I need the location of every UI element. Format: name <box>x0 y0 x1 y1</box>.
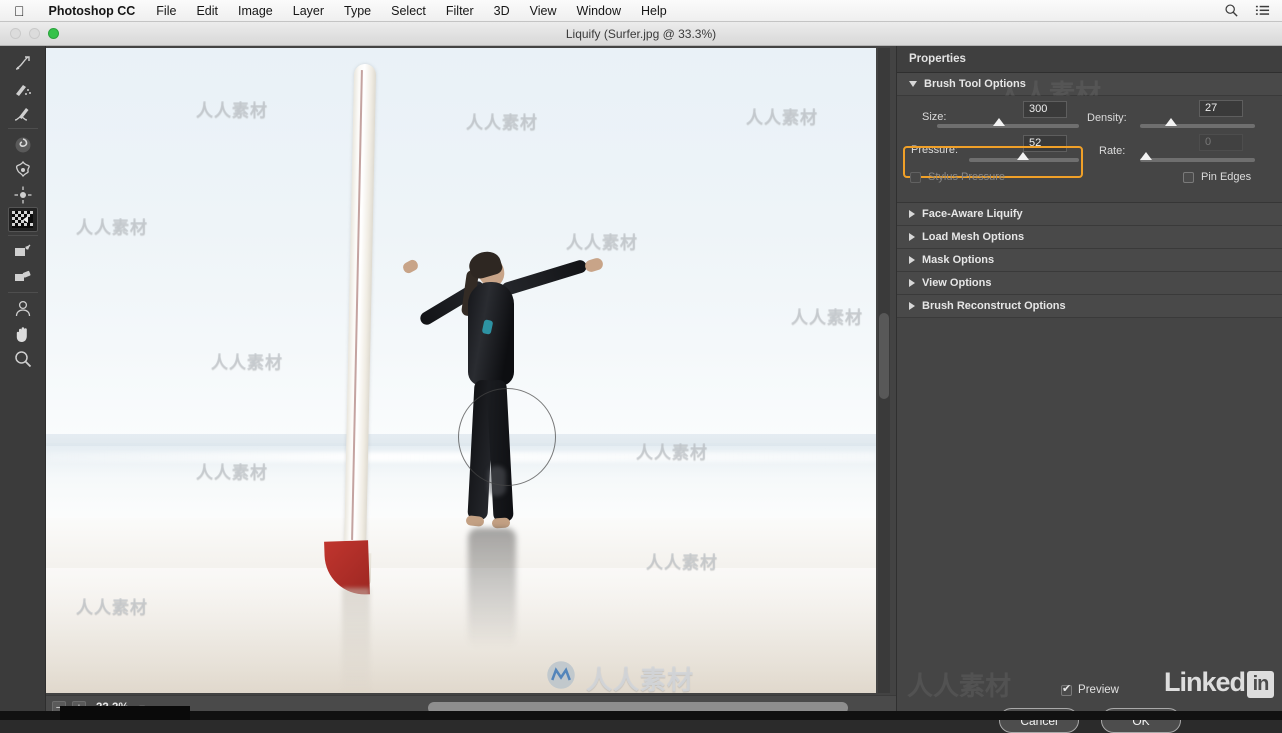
twirl-clockwise-tool[interactable] <box>8 132 38 157</box>
screen-bottom-strip-dark <box>60 706 190 720</box>
screen-bottom-strip <box>0 711 1282 720</box>
vertical-scroll-thumb[interactable] <box>879 313 889 399</box>
rate-label: Rate: <box>1099 145 1126 157</box>
list-view-icon[interactable] <box>1255 3 1270 18</box>
size-slider-track[interactable] <box>937 124 1079 128</box>
toolbar-divider <box>7 235 38 236</box>
size-label: Size: <box>922 111 947 123</box>
section-view-options[interactable]: View Options <box>897 272 1282 295</box>
face-tool[interactable] <box>8 296 38 321</box>
hand-tool[interactable] <box>8 321 38 346</box>
linkedin-watermark: Linked in <box>1164 667 1274 698</box>
search-icon[interactable] <box>1224 3 1239 18</box>
section-label: Mask Options <box>922 254 995 266</box>
preview-label: Preview <box>1078 684 1119 696</box>
reconstruct-tool[interactable] <box>8 75 38 100</box>
surfer-right-foot <box>491 517 511 529</box>
freeze-mask-tool[interactable] <box>8 239 38 264</box>
section-label: Load Mesh Options <box>922 231 1025 243</box>
rate-slider-track <box>1140 158 1255 162</box>
size-input[interactable]: 300 <box>1023 101 1067 118</box>
liquify-toolbar <box>0 46 46 720</box>
pressure-label: Pressure: <box>911 144 959 156</box>
push-left-tool[interactable] <box>7 207 38 232</box>
canvas-area: 人人素材 人人素材 人人素材 人人素材 人人素材 人人素材 人人素材 人人素材 … <box>46 46 896 720</box>
surfer-left-foot <box>465 515 485 527</box>
surfboard-reflection <box>342 588 370 693</box>
chevron-down-icon <box>909 81 917 87</box>
menu-image[interactable]: Image <box>228 4 283 18</box>
menu-file[interactable]: File <box>146 4 186 18</box>
density-label: Density: <box>1087 112 1127 124</box>
window-title: Liquify (Surfer.jpg @ 33.3%) <box>565 26 717 41</box>
pin-edges-label: Pin Edges <box>1201 171 1252 183</box>
section-load-mesh-options[interactable]: Load Mesh Options <box>897 226 1282 249</box>
forward-warp-tool[interactable] <box>8 50 38 75</box>
liquify-dialog: 人人素材 人人素材 人人素材 人人素材 人人素材 人人素材 人人素材 人人素材 … <box>0 46 1282 733</box>
menu-layer[interactable]: Layer <box>283 4 334 18</box>
zoom-tool[interactable] <box>8 346 38 371</box>
surfer-right-hand <box>583 256 605 274</box>
chevron-right-icon <box>909 210 915 218</box>
stylus-pressure-checkbox <box>910 172 921 183</box>
brush-tool-options-body: Size: 300 Density: 27 Pressure: 52 Rate:… <box>897 96 1282 203</box>
section-label: Face-Aware Liquify <box>922 208 1023 220</box>
section-label: View Options <box>922 277 992 289</box>
surfer-torso <box>468 282 514 386</box>
menu-filter[interactable]: Filter <box>436 4 484 18</box>
pucker-tool[interactable] <box>8 157 38 182</box>
window-titlebar: Liquify (Surfer.jpg @ 33.3%) <box>0 22 1282 46</box>
menubar-status-icons <box>1224 3 1282 18</box>
section-brush-reconstruct-options[interactable]: Brush Reconstruct Options <box>897 295 1282 318</box>
menubar-app-name[interactable]: Photoshop CC <box>38 4 147 18</box>
liquify-preview-canvas[interactable]: 人人素材 人人素材 人人素材 人人素材 人人素材 人人素材 人人素材 人人素材 … <box>46 48 876 693</box>
density-slider-thumb[interactable] <box>1165 118 1177 126</box>
density-input[interactable]: 27 <box>1199 100 1243 117</box>
menu-window[interactable]: Window <box>567 4 631 18</box>
smooth-tool[interactable] <box>8 100 38 125</box>
macos-menubar:  Photoshop CC File Edit Image Layer Typ… <box>0 0 1282 22</box>
size-slider-thumb[interactable] <box>993 118 1005 126</box>
rate-slider-thumb <box>1140 152 1152 160</box>
section-label: Brush Reconstruct Options <box>922 300 1066 312</box>
chevron-right-icon <box>909 233 915 241</box>
chevron-right-icon <box>909 302 915 310</box>
menu-select[interactable]: Select <box>381 4 436 18</box>
rate-input: 0 <box>1199 134 1243 151</box>
chevron-right-icon <box>909 256 915 264</box>
density-slider-track[interactable] <box>1140 124 1255 128</box>
bloat-tool[interactable] <box>8 182 38 207</box>
brush-cursor-circle <box>458 388 556 486</box>
section-mask-options[interactable]: Mask Options <box>897 249 1282 272</box>
surfer-reflection <box>468 528 516 648</box>
properties-panel: 人人素材 人人素材 Properties Brush Tool Options … <box>896 46 1282 733</box>
menu-help[interactable]: Help <box>631 4 677 18</box>
pressure-slider-thumb[interactable] <box>1017 152 1029 160</box>
linkedin-badge: in <box>1247 671 1274 698</box>
menu-view[interactable]: View <box>520 4 567 18</box>
surfer-right-arm <box>500 258 589 297</box>
toolbar-divider <box>7 292 38 293</box>
pin-edges-checkbox[interactable] <box>1183 172 1194 183</box>
canvas-vertical-scrollbar[interactable] <box>878 48 890 693</box>
menu-type[interactable]: Type <box>334 4 381 18</box>
linkedin-text: Linked <box>1163 667 1246 697</box>
chevron-right-icon <box>909 279 915 287</box>
preview-checkbox[interactable] <box>1061 683 1073 696</box>
menu-edit[interactable]: Edit <box>186 4 228 18</box>
menu-3d[interactable]: 3D <box>484 4 520 18</box>
properties-panel-header: Properties <box>897 46 1282 73</box>
thaw-mask-tool[interactable] <box>8 264 38 289</box>
stylus-pressure-label: Stylus Pressure <box>928 171 1006 183</box>
toolbar-divider <box>7 128 38 129</box>
pressure-input[interactable]: 52 <box>1023 135 1067 152</box>
apple-icon[interactable]:  <box>0 4 38 18</box>
section-face-aware-liquify[interactable]: Face-Aware Liquify <box>897 203 1282 226</box>
